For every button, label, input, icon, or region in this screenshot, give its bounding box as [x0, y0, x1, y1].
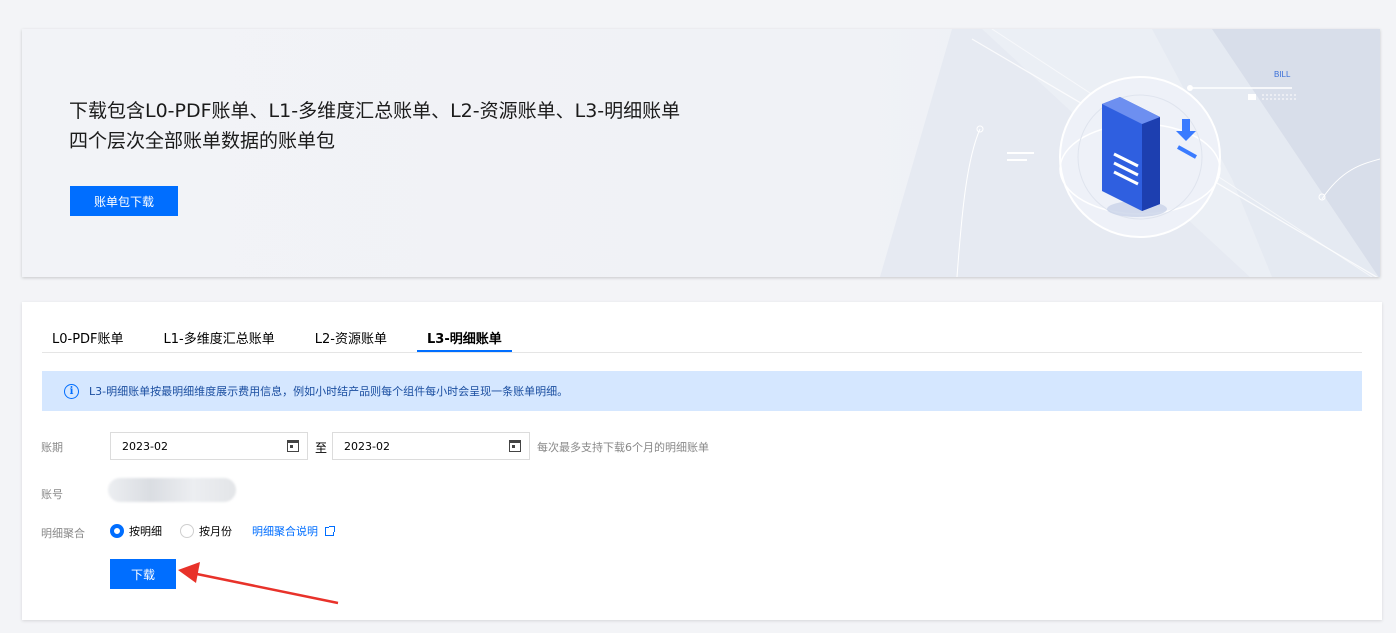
start-month-picker[interactable]: 2023-02 — [110, 432, 308, 460]
aggregation-radio-group: 按明细 按月份 明细聚合说明 — [110, 523, 335, 539]
radio-by-month[interactable] — [180, 524, 194, 538]
bill-package-banner: 下载包含L0-PDF账单、L1-多维度汇总账单、L2-资源账单、L3-明细账单 … — [22, 29, 1380, 277]
bill-package-download-button[interactable]: 账单包下载 — [70, 186, 178, 216]
end-month-picker[interactable]: 2023-02 — [332, 432, 530, 460]
bill-tag: BILL — [1274, 70, 1291, 79]
account-value-blurred — [108, 478, 236, 502]
alert-text: L3-明细账单按最明细维度展示费用信息，例如小时结产品则每个组件每小时会呈现一条… — [89, 385, 569, 398]
banner-line-1: 下载包含L0-PDF账单、L1-多维度汇总账单、L2-资源账单、L3-明细账单 — [69, 100, 681, 122]
end-month-value: 2023-02 — [344, 439, 390, 453]
calendar-icon[interactable] — [287, 440, 299, 452]
external-link-icon[interactable] — [325, 525, 335, 536]
period-label: 账期 — [41, 441, 63, 454]
banner-description: 下载包含L0-PDF账单、L1-多维度汇总账单、L2-资源账单、L3-明细账单 … — [69, 96, 680, 156]
info-icon: i — [64, 383, 79, 399]
tab-l2-resource[interactable]: L2-资源账单 — [315, 320, 387, 351]
period-hint: 每次最多支持下载6个月的明细账单 — [537, 441, 709, 454]
account-label: 账号 — [41, 488, 63, 501]
info-alert: i L3-明细账单按最明细维度展示费用信息，例如小时结产品则每个组件每小时会呈现… — [42, 371, 1362, 411]
radio-by-month-label[interactable]: 按月份 — [199, 523, 232, 539]
aggregation-help-link-text[interactable]: 明细聚合说明 — [252, 523, 318, 539]
aggregation-label: 明细聚合 — [41, 527, 85, 540]
aggregation-help-link[interactable]: 明细聚合说明 — [252, 523, 335, 539]
bill-level-tabs: L0-PDF账单 L1-多维度汇总账单 L2-资源账单 L3-明细账单 — [42, 320, 1362, 353]
tab-l0-pdf[interactable]: L0-PDF账单 — [52, 320, 124, 351]
tab-l3-detail[interactable]: L3-明细账单 — [417, 320, 512, 352]
download-button[interactable]: 下载 — [110, 559, 176, 589]
tab-l1-summary[interactable]: L1-多维度汇总账单 — [164, 320, 275, 351]
radio-by-detail[interactable] — [110, 524, 124, 538]
start-month-value: 2023-02 — [122, 439, 168, 453]
detail-bill-card: L0-PDF账单 L1-多维度汇总账单 L2-资源账单 L3-明细账单 i L3… — [22, 302, 1382, 620]
to-label: 至 — [315, 441, 328, 455]
banner-line-2: 四个层次全部账单数据的账单包 — [69, 130, 336, 152]
bill-illustration: BILL — [880, 29, 1380, 277]
radio-by-detail-label[interactable]: 按明细 — [129, 523, 162, 539]
calendar-icon[interactable] — [509, 440, 521, 452]
